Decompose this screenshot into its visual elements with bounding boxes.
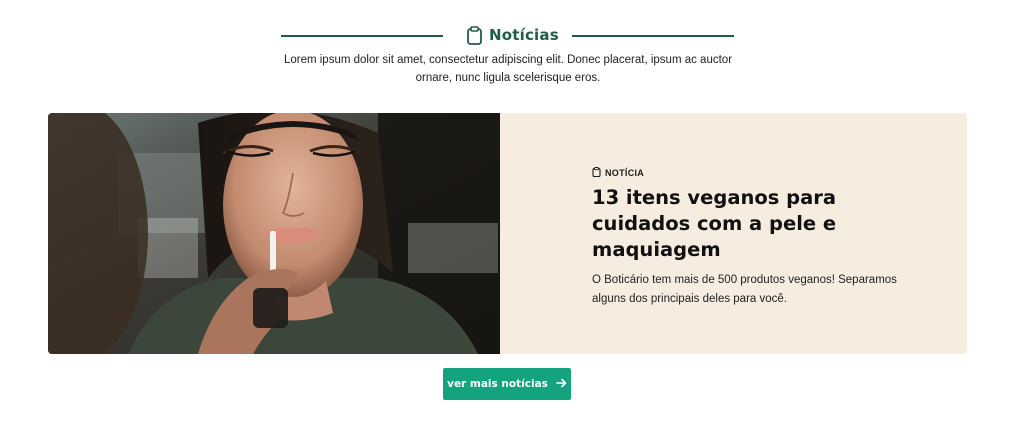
section-intro: Lorem ipsum dolor sit amet, consectetur … [283, 54, 733, 84]
news-content: NOTÍCIA 13 itens veganos para cuidados c… [592, 167, 902, 308]
featured-news-card[interactable]: NOTÍCIA 13 itens veganos para cuidados c… [48, 113, 967, 354]
notepad-icon [466, 25, 483, 45]
news-summary: O Boticário tem mais de 500 produtos veg… [592, 274, 897, 305]
divider-right [572, 35, 734, 37]
divider-left [281, 35, 443, 37]
more-news-button[interactable]: ver mais notícias [443, 368, 571, 400]
news-photo [48, 113, 500, 354]
notepad-icon [592, 167, 601, 179]
news-tag: NOTÍCIA [592, 167, 902, 179]
arrow-right-icon [556, 378, 567, 391]
news-tag-label: NOTÍCIA [605, 168, 645, 178]
news-headline[interactable]: 13 itens veganos para cuidados com a pel… [592, 185, 902, 263]
section-header: Notícias [0, 24, 1015, 46]
more-news-label: ver mais notícias [447, 378, 548, 390]
section-title-group: Notícias [466, 24, 559, 46]
section-title: Notícias [489, 26, 559, 44]
